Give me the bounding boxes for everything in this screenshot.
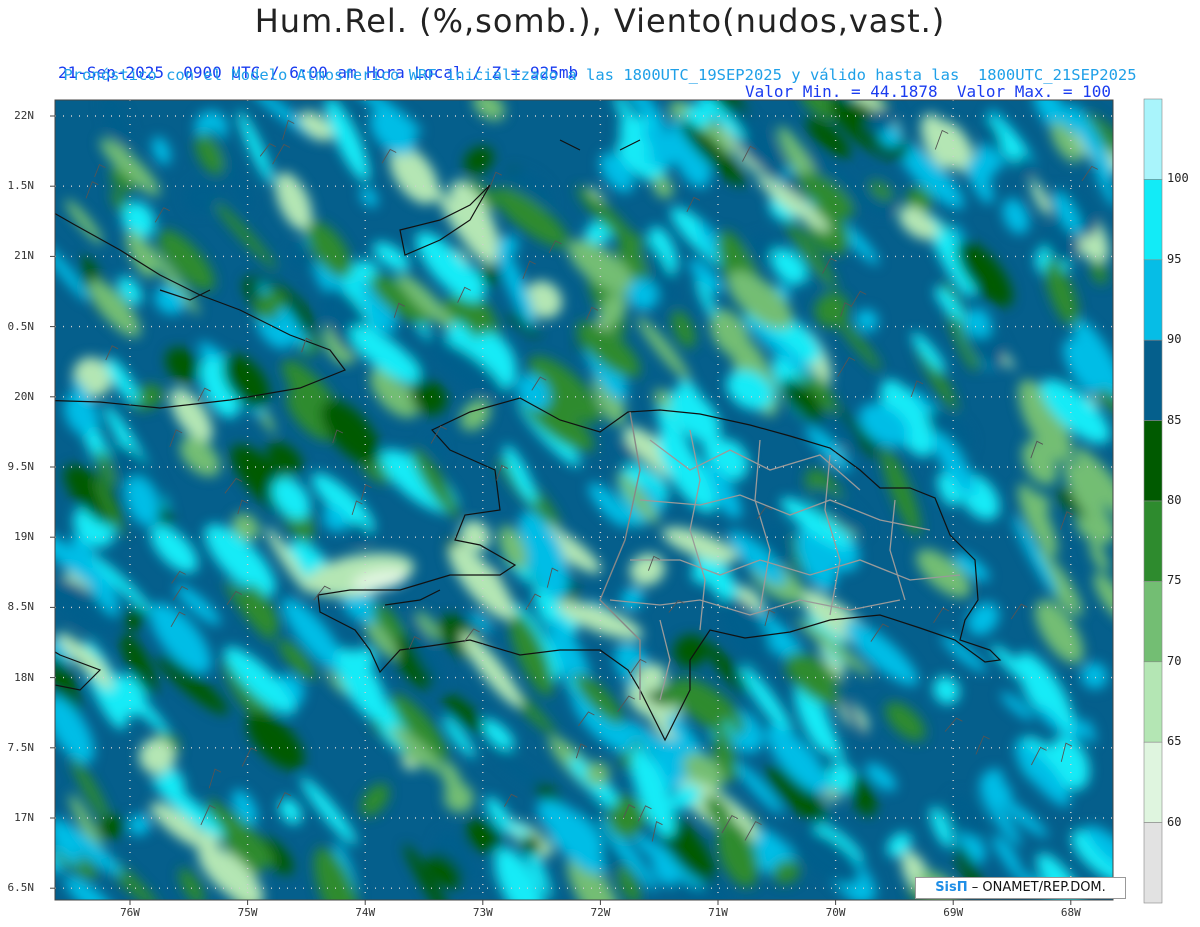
colorbar-segment: [1143, 741, 1163, 823]
sispi-logo: SisΠ: [935, 880, 968, 895]
colorbar-segment: [1143, 822, 1163, 904]
y-tick-label: 22N: [14, 109, 34, 122]
x-tick-label: 72W: [590, 906, 611, 919]
credit-text: – ONAMET/REP.DOM.: [971, 880, 1106, 895]
x-tick-label: 69W: [943, 906, 964, 919]
y-tick-label: 1.5N: [7, 179, 35, 193]
colorbar: [1143, 98, 1163, 904]
colorbar-segment: [1143, 500, 1163, 582]
colorbar-label: 70: [1167, 653, 1182, 668]
colorbar-segment: [1143, 581, 1163, 663]
y-tick-label: 19N: [14, 530, 34, 544]
y-tick-label: 6.5N: [7, 881, 35, 895]
credit-box: SisΠ – ONAMET/REP.DOM.: [915, 877, 1126, 899]
x-tick-label: 74W: [355, 906, 376, 919]
x-tick-label: 71W: [708, 906, 728, 919]
colorbar-label: 100: [1167, 171, 1189, 186]
y-tick-label: 7.5N: [7, 740, 35, 754]
y-tick-label: 9.5N: [7, 460, 35, 473]
y-tick-label: 17N: [14, 811, 34, 824]
colorbar-label: 80: [1167, 493, 1182, 507]
colorbar-label: 60: [1167, 814, 1182, 829]
colorbar-segment: [1143, 661, 1163, 743]
y-tick-label: 0.5N: [7, 319, 35, 333]
colorbar-segment: [1143, 259, 1163, 341]
y-tick-label: 8.5N: [7, 600, 35, 614]
x-tick-label: 75W: [237, 906, 258, 919]
humidity-wind-map: [50, 98, 1163, 905]
y-tick-label: 21N: [14, 249, 34, 263]
y-tick-label: 20N: [14, 389, 34, 403]
x-tick-label: 68W: [1060, 906, 1081, 919]
colorbar-label: 85: [1167, 412, 1182, 427]
colorbar-segment: [1143, 98, 1163, 180]
colorbar-segment: [1143, 339, 1163, 421]
y-tick-label: 18N: [14, 670, 34, 684]
colorbar-segment: [1143, 420, 1163, 502]
colorbar-label: 75: [1167, 573, 1182, 588]
x-tick-label: 73W: [472, 906, 493, 919]
x-tick-label: 70W: [825, 906, 846, 919]
colorbar-label: 90: [1167, 332, 1182, 347]
colorbar-label: 65: [1167, 734, 1182, 749]
colorbar-label: 95: [1167, 251, 1182, 266]
x-tick-label: 76W: [120, 906, 140, 919]
colorbar-segment: [1143, 179, 1163, 261]
humidity-field: [55, 100, 1113, 900]
